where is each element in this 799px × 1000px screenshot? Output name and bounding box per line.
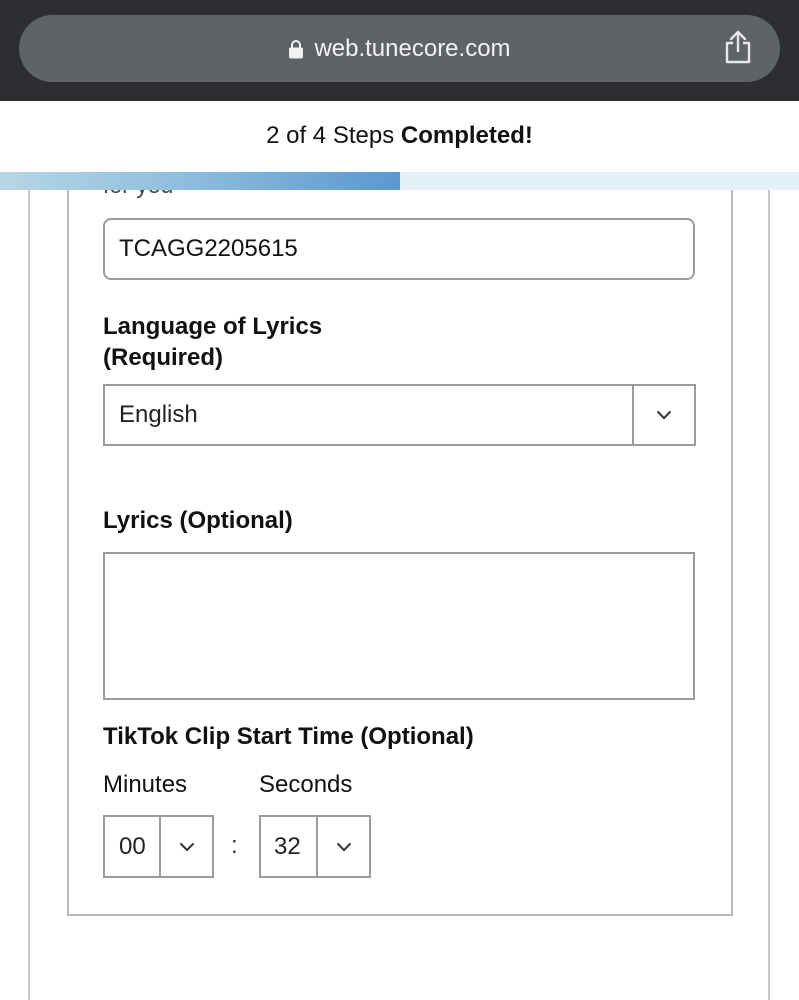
progress-bar-fill: [0, 172, 400, 190]
language-select[interactable]: English: [103, 384, 696, 446]
isrc-input[interactable]: TCAGG2205615: [103, 218, 695, 280]
page-border-left: [28, 190, 30, 1000]
chevron-down-icon: [657, 411, 671, 419]
time-separator: :: [231, 832, 238, 859]
progress-bar: [0, 172, 799, 190]
tiktok-label: TikTok Clip Start Time (Optional): [103, 723, 474, 750]
chevron-down-icon: [179, 842, 194, 851]
language-label-line1: Language of Lyrics: [103, 313, 323, 340]
lyrics-textarea[interactable]: [103, 552, 695, 700]
url-text: web.tunecore.com: [314, 34, 511, 62]
minutes-select[interactable]: 00: [103, 815, 214, 878]
lyrics-label: Lyrics (Optional): [103, 507, 293, 534]
browser-toolbar: web.tunecore.com: [0, 0, 799, 101]
minutes-value: 00: [119, 832, 146, 860]
steps-count: 2 of 4 Steps: [266, 122, 395, 149]
minutes-dropdown-button[interactable]: [159, 817, 212, 876]
page-border-right: [768, 190, 770, 1000]
lock-icon: [289, 39, 304, 58]
progress-status: 2 of 4 Steps Completed!: [0, 122, 799, 150]
language-select-value: English: [119, 401, 198, 428]
completed-label: Completed!: [400, 122, 533, 149]
chevron-down-icon: [336, 842, 351, 851]
seconds-label: Seconds: [259, 771, 353, 798]
seconds-value: 32: [274, 832, 301, 860]
seconds-dropdown-button[interactable]: [316, 817, 369, 876]
share-icon[interactable]: [722, 29, 754, 65]
language-dropdown-button[interactable]: [632, 386, 694, 444]
language-label-line2: (Required): [103, 344, 223, 371]
minutes-label: Minutes: [103, 771, 188, 798]
language-label: Language of Lyrics (Required): [103, 311, 322, 373]
address-bar[interactable]: web.tunecore.com: [19, 15, 780, 82]
seconds-select[interactable]: 32: [259, 815, 371, 878]
